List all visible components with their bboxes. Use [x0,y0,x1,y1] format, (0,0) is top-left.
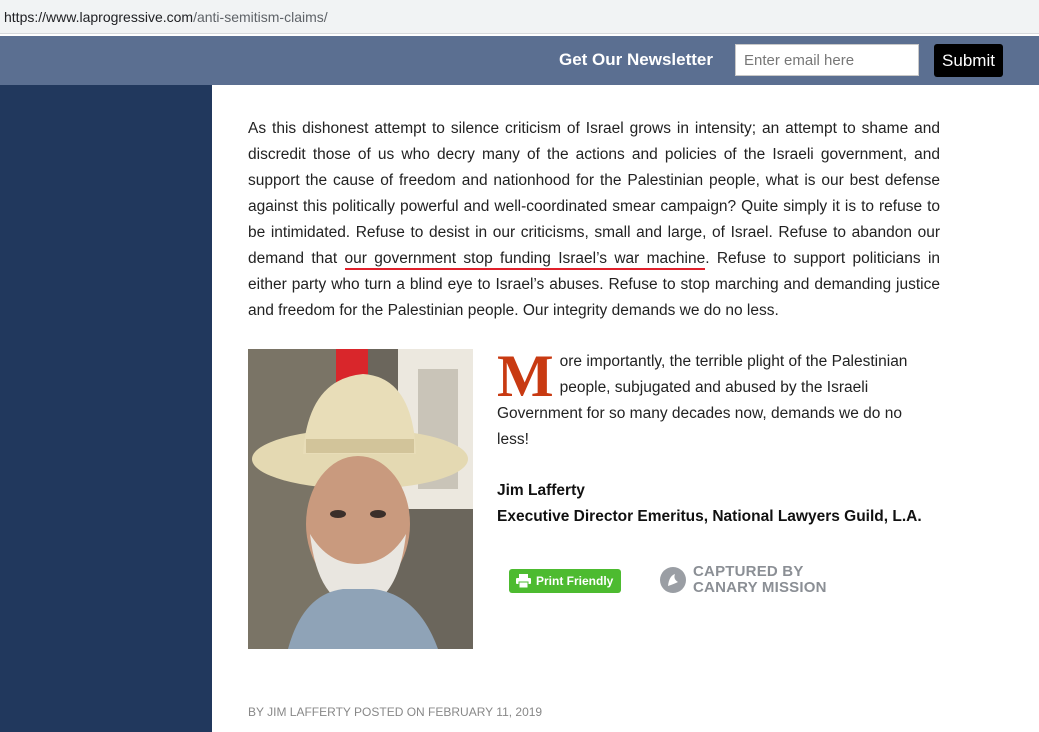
left-sidebar [0,85,212,732]
canary-line-2: CANARY MISSION [693,579,827,596]
canary-line-1: CAPTURED BY [693,563,804,580]
dropcap-letter: M [497,343,554,409]
printer-icon [516,574,531,588]
newsletter-bar: Get Our Newsletter Submit [0,36,1039,85]
highlighted-phrase: our government stop funding Israel’s war… [344,250,706,270]
browser-url-bar[interactable]: https://www.laprogressive.com/anti-semit… [0,0,1039,34]
author-photo [248,349,473,649]
author-name: Jim Lafferty [497,482,585,499]
paragraph-1-before: As this dishonest attempt to silence cri… [248,120,940,267]
print-friendly-button[interactable]: Print Friendly [509,569,621,593]
newsletter-email-input[interactable] [735,44,919,76]
newsletter-label: Get Our Newsletter [559,50,713,69]
url-path: /anti-semitism-claims/ [193,9,328,25]
paragraph-2-text: ore importantly, the terrible plight of … [497,353,908,448]
url-host: https://www.laprogressive.com [4,9,194,25]
article-paragraph-1: As this dishonest attempt to silence cri… [248,116,940,324]
canary-mission-stamp: CAPTURED BY CANARY MISSION [659,563,827,597]
article-paragraph-2: More importantly, the terrible plight of… [497,343,927,453]
canary-mission-logo-icon [660,567,686,593]
article-byline: BY JIM LAFFERTY POSTED ON FEBRUARY 11, 2… [248,705,543,719]
url-text[interactable]: https://www.laprogressive.com/anti-semit… [4,9,328,25]
author-title: Executive Director Emeritus, National La… [497,508,922,525]
newsletter-submit-button[interactable]: Submit [934,44,1003,77]
print-friendly-label: Print Friendly [536,574,614,588]
